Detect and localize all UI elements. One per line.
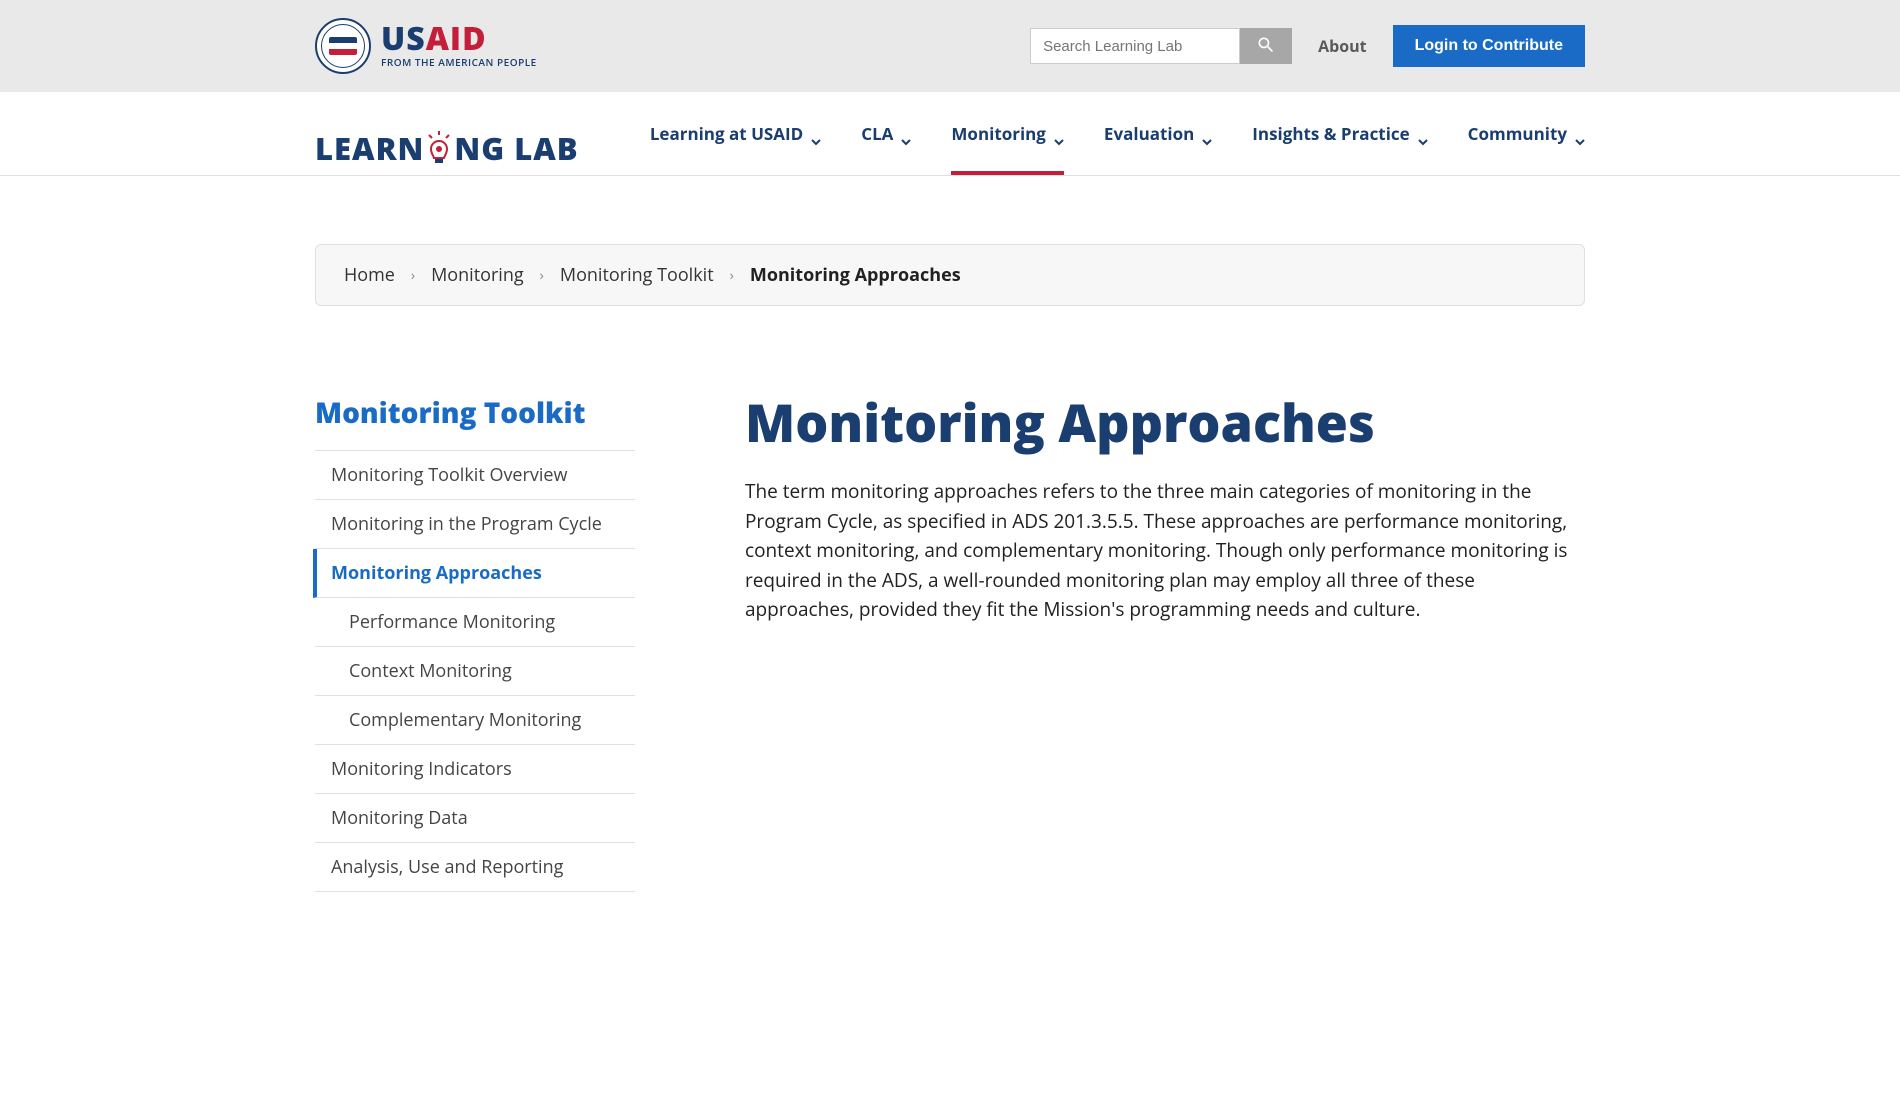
logo-text-1: LEARN	[315, 128, 424, 170]
chevron-right-icon: ›	[730, 266, 734, 285]
usaid-logo[interactable]: US AID FROM THE AMERICAN PEOPLE	[315, 18, 537, 74]
sidebar: Monitoring Toolkit Monitoring Toolkit Ov…	[315, 394, 635, 892]
usaid-wordmark: US AID FROM THE AMERICAN PEOPLE	[381, 23, 537, 69]
sidebar-item[interactable]: Analysis, Use and Reporting	[315, 843, 635, 892]
page-title: Monitoring Approaches	[745, 394, 1585, 451]
search-form	[1030, 28, 1292, 64]
breadcrumb-link[interactable]: Home	[344, 263, 395, 287]
chevron-down-icon	[1418, 129, 1428, 139]
nav-item-label: Learning at USAID	[650, 122, 803, 145]
logo-text-2: NG LAB	[454, 128, 578, 170]
usaid-us-text: US	[381, 23, 426, 55]
chevron-right-icon: ›	[411, 266, 415, 285]
sidebar-item[interactable]: Monitoring in the Program Cycle	[315, 500, 635, 549]
search-icon	[1256, 35, 1276, 58]
main-content: Monitoring Approaches The term monitorin…	[745, 394, 1585, 624]
bulb-icon	[426, 131, 452, 167]
sidebar-item[interactable]: Monitoring Toolkit Overview	[315, 451, 635, 500]
nav-item-learning-at-usaid[interactable]: Learning at USAID	[650, 122, 821, 175]
search-input[interactable]	[1030, 28, 1240, 64]
page-text: The term monitoring approaches refers to…	[745, 477, 1585, 624]
about-link[interactable]: About	[1318, 35, 1367, 57]
breadcrumb: Home › Monitoring › Monitoring Toolkit › Monit…	[315, 244, 1585, 306]
main-nav: Learning at USAID CLA Monitoring Evaluation…	[650, 122, 1585, 175]
sidebar-item[interactable]: Complementary Monitoring	[315, 696, 635, 745]
login-button[interactable]: Login to Contribute	[1393, 25, 1585, 67]
usaid-seal-icon	[315, 18, 371, 74]
nav-item-community[interactable]: Community	[1468, 122, 1585, 175]
sidebar-item[interactable]: Monitoring Indicators	[315, 745, 635, 794]
nav-item-label: Evaluation	[1104, 122, 1194, 145]
sidebar-list: Monitoring Toolkit OverviewMonitoring in…	[315, 450, 635, 892]
search-button[interactable]	[1240, 28, 1292, 64]
sidebar-item[interactable]: Performance Monitoring	[315, 598, 635, 647]
usaid-tagline: FROM THE AMERICAN PEOPLE	[381, 55, 537, 69]
nav-item-label: Insights & Practice	[1252, 122, 1409, 145]
breadcrumb-link[interactable]: Monitoring Toolkit	[560, 263, 714, 287]
breadcrumb-current: Monitoring Approaches	[750, 263, 961, 287]
nav-item-insights-practice[interactable]: Insights & Practice	[1252, 122, 1427, 175]
nav-item-label: CLA	[861, 122, 893, 145]
usaid-aid-text: AID	[426, 23, 487, 55]
nav-item-evaluation[interactable]: Evaluation	[1104, 122, 1212, 175]
chevron-right-icon: ›	[540, 266, 544, 285]
chevron-down-icon	[901, 129, 911, 139]
nav-item-monitoring[interactable]: Monitoring	[951, 122, 1064, 175]
chevron-down-icon	[1575, 129, 1585, 139]
sidebar-item[interactable]: Monitoring Approaches	[313, 549, 635, 598]
learning-lab-logo[interactable]: LEARN NG LAB	[315, 128, 579, 170]
sidebar-item[interactable]: Monitoring Data	[315, 794, 635, 843]
sidebar-item[interactable]: Context Monitoring	[315, 647, 635, 696]
sidebar-title[interactable]: Monitoring Toolkit	[315, 394, 635, 432]
nav-item-cla[interactable]: CLA	[861, 122, 911, 175]
nav-item-label: Community	[1468, 122, 1567, 145]
breadcrumb-link[interactable]: Monitoring	[431, 263, 524, 287]
chevron-down-icon	[1054, 129, 1064, 139]
chevron-down-icon	[1202, 129, 1212, 139]
nav-item-label: Monitoring	[951, 122, 1046, 145]
chevron-down-icon	[811, 129, 821, 139]
